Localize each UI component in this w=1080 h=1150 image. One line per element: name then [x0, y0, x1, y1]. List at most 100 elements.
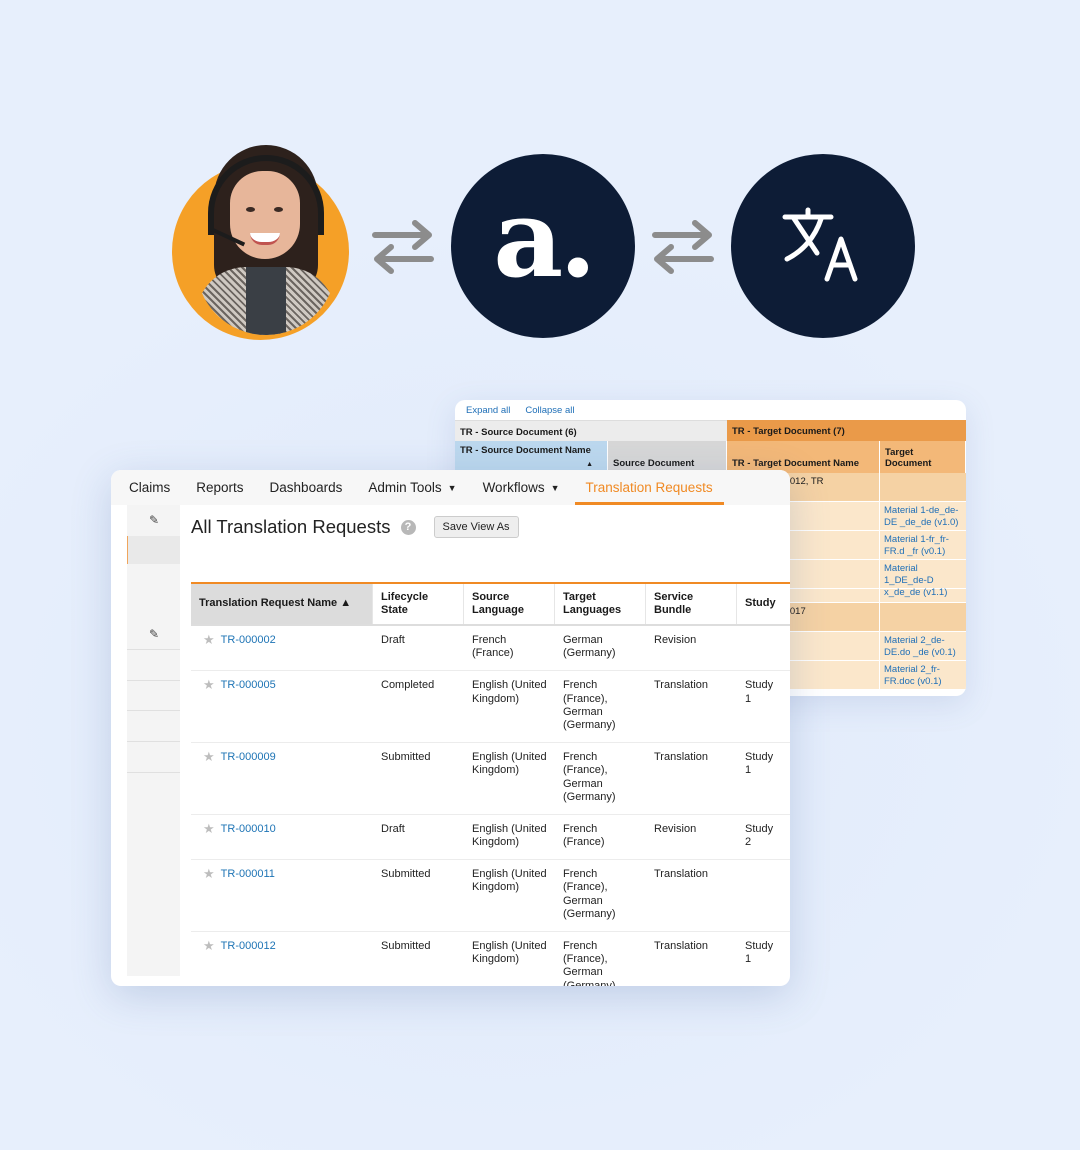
target-document-link[interactable]	[880, 603, 966, 631]
target-document-link[interactable]: Material 1-fr_fr-FR.d _fr (v0.1)	[880, 531, 966, 559]
cell-study: Study 1	[745, 751, 774, 777]
nav-label: Dashboards	[269, 480, 343, 495]
cell-target-languages: French (France), German (Germany)	[563, 868, 616, 920]
cell-study: Study 2	[745, 822, 774, 849]
brand-logo: a.	[451, 154, 635, 338]
sidebar-divider	[127, 710, 180, 711]
main-nav: Claims Reports Dashboards Admin Tools ▼ Workf…	[111, 470, 790, 505]
cell-name: ★ TR-000010	[191, 815, 373, 859]
table-row[interactable]: ★ TR-000002 Draft French (France) German (Ge…	[191, 626, 790, 672]
cell-service-bundle: Translation	[654, 751, 709, 764]
cell-source-language: French (France)	[472, 634, 514, 660]
pencil-icon[interactable]: ✎	[149, 513, 159, 527]
cell-source-language: English (United Kingdom)	[472, 751, 547, 777]
cell-lifecycle-state: Submitted	[381, 868, 431, 881]
cell-target-languages: French (France), German (Germany)	[563, 751, 616, 803]
favorite-star-icon[interactable]: ★	[203, 822, 215, 849]
cell-source-language: English (United Kingdom)	[472, 940, 547, 966]
nav-workflows[interactable]: Workflows ▼	[483, 470, 560, 505]
nav-translation-requests[interactable]: Translation Requests	[574, 470, 724, 505]
translation-request-link[interactable]: TR-000005	[221, 679, 276, 732]
cell-service-bundle: Translation	[654, 679, 709, 692]
nav-dashboards[interactable]: Dashboards	[270, 470, 343, 505]
expand-all-link[interactable]: Expand all	[466, 405, 510, 416]
favorite-star-icon[interactable]: ★	[203, 939, 215, 986]
favorite-star-icon[interactable]: ★	[203, 678, 215, 732]
caret-down-icon: ▼	[447, 482, 457, 493]
column-source-document-name[interactable]: TR - Source Document Name ▲	[455, 441, 608, 473]
favorite-star-icon[interactable]: ★	[203, 867, 215, 921]
table-row[interactable]: ★ TR-000010 Draft English (United Kingdom) F…	[191, 815, 790, 861]
cell-name: ★ TR-000009	[191, 743, 373, 814]
cell-name: ★ TR-000011	[191, 860, 373, 931]
table-row[interactable]: ★ TR-000011 Submitted English (United Kingd…	[191, 860, 790, 932]
target-document-link[interactable]	[880, 473, 966, 501]
column-target-document-name[interactable]: TR - Target Document Name	[727, 441, 880, 473]
cell-name: ★ TR-000005	[191, 671, 373, 742]
column-header-source-language[interactable]: Source Language	[464, 584, 555, 624]
target-document-link[interactable]	[880, 589, 966, 602]
column-header-name[interactable]: Translation Request Name ▲	[191, 584, 373, 624]
table-row[interactable]: ★ TR-000005 Completed English (United Kingd…	[191, 671, 790, 744]
sidebar-item-active[interactable]	[127, 536, 180, 564]
cell-study: Study 1	[745, 940, 774, 966]
nav-claims[interactable]: Claims	[129, 470, 170, 505]
translate-icon	[782, 207, 858, 282]
target-document-group-header[interactable]: TR - Target Document (7)	[727, 420, 966, 441]
table-row[interactable]: ★ TR-000012 Submitted English (United Kingd…	[191, 932, 790, 986]
cell-service-bundle: Translation	[654, 868, 709, 881]
target-document-link[interactable]: Material 1_DE_de-D x_de_de (v1.1)	[880, 560, 966, 598]
column-header-lifecycle-state[interactable]: Lifecycle State	[373, 584, 464, 624]
pencil-icon[interactable]: ✎	[149, 627, 159, 641]
nav-label: Workflows	[482, 480, 545, 495]
translation-request-link[interactable]: TR-000012	[221, 940, 276, 986]
swap-arrows-icon	[651, 219, 715, 275]
translation-request-link[interactable]: TR-000010	[221, 823, 276, 849]
nav-label: Claims	[129, 480, 171, 495]
source-document-group-header[interactable]: TR - Source Document (6)	[455, 420, 727, 441]
translation-request-link[interactable]: TR-000011	[221, 868, 275, 921]
nav-label: Admin Tools	[368, 480, 442, 495]
cell-lifecycle-state: Submitted	[381, 751, 431, 764]
favorite-star-icon[interactable]: ★	[203, 633, 215, 660]
target-document-link[interactable]: Material 1-de_de-DE _de_de (v1.0)	[880, 502, 966, 530]
translation-requests-app: Claims Reports Dashboards Admin Tools ▼ Workf…	[111, 470, 790, 986]
help-icon[interactable]: ?	[400, 519, 416, 535]
cell-lifecycle-state: Completed	[381, 679, 435, 692]
caret-down-icon: ▼	[550, 482, 560, 493]
nav-label: Translation Requests	[585, 480, 713, 495]
nav-reports[interactable]: Reports	[196, 470, 243, 505]
agent-photo	[196, 145, 336, 335]
cell-target-languages: French (France), German (Germany)	[563, 679, 616, 731]
cell-target-languages: French (France)	[563, 822, 605, 849]
cell-lifecycle-state: Draft	[381, 634, 405, 646]
cell-service-bundle: Translation	[654, 940, 709, 952]
column-header-service-bundle[interactable]: Service Bundle	[646, 584, 737, 624]
column-header-target-languages[interactable]: Target Languages	[555, 584, 646, 624]
target-document-link[interactable]: Material 2_fr-FR.doc (v0.1)	[880, 661, 966, 689]
nav-admin-tools[interactable]: Admin Tools ▼	[368, 470, 456, 505]
cell-study	[737, 860, 790, 931]
page-title: All Translation Requests	[191, 516, 391, 537]
cell-source-language: English (United Kingdom)	[472, 868, 547, 894]
cell-lifecycle-state: Submitted	[381, 940, 431, 952]
sidebar-divider	[127, 649, 180, 650]
table-row[interactable]: ★ TR-000009 Submitted English (United Kingd…	[191, 743, 790, 815]
column-source-document[interactable]: Source Document	[608, 441, 727, 473]
sidebar-divider	[127, 741, 180, 742]
cell-service-bundle: Revision	[654, 634, 697, 646]
translation-request-link[interactable]: TR-000002	[221, 634, 276, 660]
column-target-document[interactable]: Target Document	[880, 441, 966, 473]
translation-request-link[interactable]: TR-000009	[221, 751, 276, 804]
translation-service-badge	[731, 154, 915, 338]
collapse-all-link[interactable]: Collapse all	[525, 405, 574, 416]
column-header-study[interactable]: Study	[737, 584, 790, 624]
cell-target-languages: French (France), German (Germany)	[563, 940, 616, 986]
cell-lifecycle-state: Draft	[381, 822, 405, 835]
sort-ascending-icon: ▲	[586, 461, 593, 468]
translation-requests-table: Translation Request Name ▲ Lifecycle Stat…	[191, 582, 790, 986]
target-document-link[interactable]: Material 2_de-DE.do _de (v0.1)	[880, 632, 966, 660]
favorite-star-icon[interactable]: ★	[203, 750, 215, 804]
save-view-as-button[interactable]: Save View As	[433, 516, 519, 538]
table-body: ★ TR-000002 Draft French (France) German (Ge…	[191, 626, 790, 986]
